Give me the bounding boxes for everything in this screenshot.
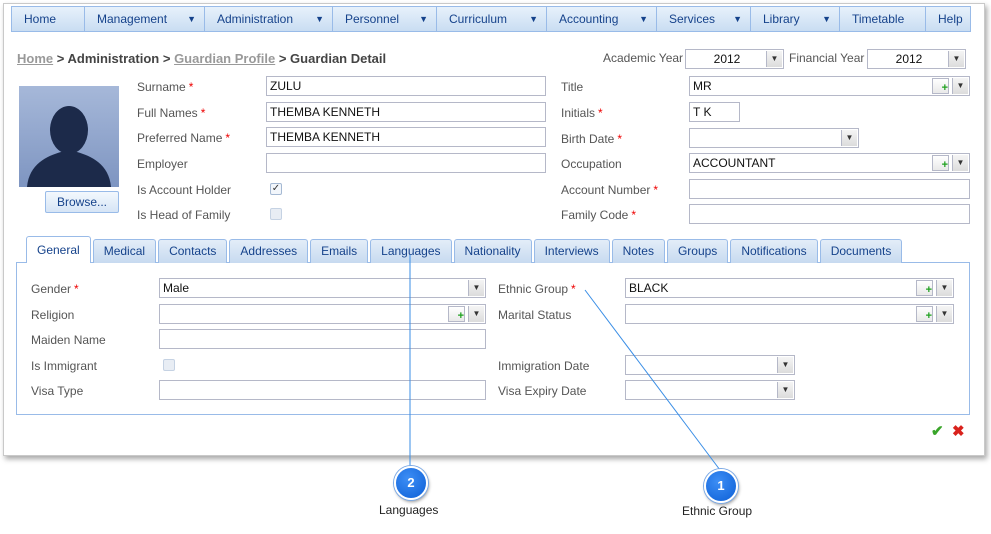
callout-badge-languages: 2 [394, 466, 428, 500]
callout-line-ethnic-group [584, 289, 721, 471]
callout-badge-ethnic-group: 1 [704, 469, 738, 503]
callout-label-languages: Languages [379, 503, 439, 517]
callout-lines [409, 255, 721, 471]
callout-label-ethnic-group: Ethnic Group [682, 504, 753, 518]
